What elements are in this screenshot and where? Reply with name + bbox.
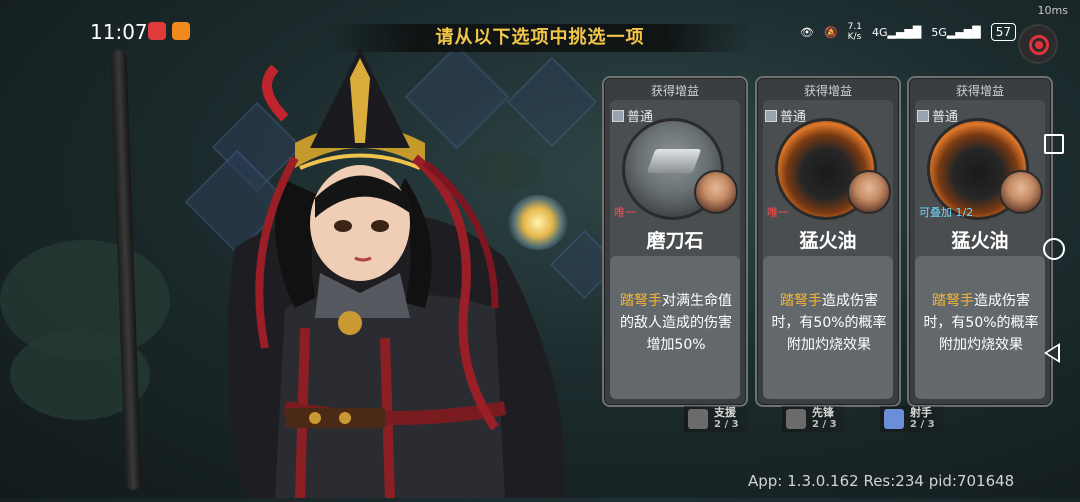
vanguard-helmet-icon <box>786 409 806 429</box>
rarity-icon <box>917 109 929 122</box>
record-button[interactable] <box>1020 26 1056 62</box>
recent-apps-button[interactable] <box>1044 134 1064 154</box>
class-tab-support[interactable]: 支援 2 / 3 <box>684 406 747 432</box>
signal-5g-icon: 5G▂▄▆█ <box>931 25 981 39</box>
class-tab-vanguard[interactable]: 先锋 2 / 3 <box>782 406 845 432</box>
home-button[interactable] <box>1043 238 1065 260</box>
rarity-label: 普通 <box>765 106 806 125</box>
crossbowman-avatar <box>694 170 738 214</box>
card-description-panel: 踏弩手对满生命值的敌人造成的伤害增加50% <box>610 256 740 399</box>
net-speed: 7.1 K/s <box>847 22 862 42</box>
card-description-panel: 踏弩手造成伤害时，有50%的概率附加灼烧效果 <box>915 256 1045 399</box>
system-icons: 👁 🔕 7.1 K/s 4G▂▄▆█ 5G▂▄▆█ 57 <box>800 22 1016 42</box>
card-header: 获得增益 <box>955 84 1004 98</box>
buff-card-3[interactable]: 获得增益 普通 可叠加 1/2 猛火油 踏弩手造成伤害时，有50%的概率附加灼烧… <box>907 76 1053 407</box>
crossbowman-avatar <box>847 170 891 214</box>
card-description: 踏弩手造成伤害时，有50%的概率附加灼烧效果 <box>923 293 1039 353</box>
card-description: 踏弩手对满生命值的敌人造成的伤害增加50% <box>620 293 732 353</box>
rarity-label: 普通 <box>612 106 653 125</box>
latency-readout: 10ms <box>1037 4 1068 17</box>
buff-card-1[interactable]: 获得增益 普通 唯一 磨刀石 踏弩手对满生命值的敌人造成的伤害增加50% <box>602 76 748 407</box>
card-description-panel: 踏弩手造成伤害时，有50%的概率附加灼烧效果 <box>763 256 893 399</box>
card-header: 获得增益 <box>650 84 699 98</box>
eye-icon: 👁 <box>799 25 814 39</box>
debug-info: App: 1.3.0.162 Res:234 pid:701648 <box>748 472 1015 490</box>
class-name: 先锋 <box>812 406 834 419</box>
rarity-icon <box>765 109 777 122</box>
archer-bow-icon <box>884 409 904 429</box>
buff-card-2[interactable]: 获得增益 普通 唯一 猛火油 踏弩手造成伤害时，有50%的概率附加灼烧效果 <box>755 76 901 407</box>
unique-tag: 唯一 <box>767 206 789 219</box>
clock: 11:07 <box>90 20 148 44</box>
stack-tag: 可叠加 1/2 <box>919 206 974 219</box>
battery-icon: 57 <box>990 23 1016 41</box>
mute-icon: 🔕 <box>823 25 838 39</box>
class-name: 射手 <box>910 406 932 419</box>
back-button[interactable] <box>1044 343 1060 363</box>
notification-app-icon <box>148 22 166 40</box>
notification-play-icon <box>172 22 190 40</box>
class-count: 2 / 3 <box>714 419 739 430</box>
signal-4g-icon: 4G▂▄▆█ <box>871 25 922 39</box>
card-description: 踏弩手造成伤害时，有50%的概率附加灼烧效果 <box>771 293 887 353</box>
unique-tag: 唯一 <box>614 206 636 219</box>
card-name: 猛火油 <box>951 230 1009 252</box>
class-name: 支援 <box>714 406 736 419</box>
class-count: 2 / 3 <box>910 419 935 430</box>
rarity-icon <box>612 109 624 122</box>
choice-prompt: 请从以下选项中挑选一项 <box>330 24 750 52</box>
rarity-label: 普通 <box>917 106 958 125</box>
card-name: 磨刀石 <box>646 230 704 252</box>
class-count: 2 / 3 <box>812 419 837 430</box>
card-header: 获得增益 <box>803 84 852 98</box>
support-fist-icon <box>688 409 708 429</box>
class-tab-archer[interactable]: 射手 2 / 3 <box>880 406 943 432</box>
crossbowman-avatar <box>999 170 1043 214</box>
hero-character <box>123 48 585 499</box>
card-name: 猛火油 <box>799 230 857 252</box>
